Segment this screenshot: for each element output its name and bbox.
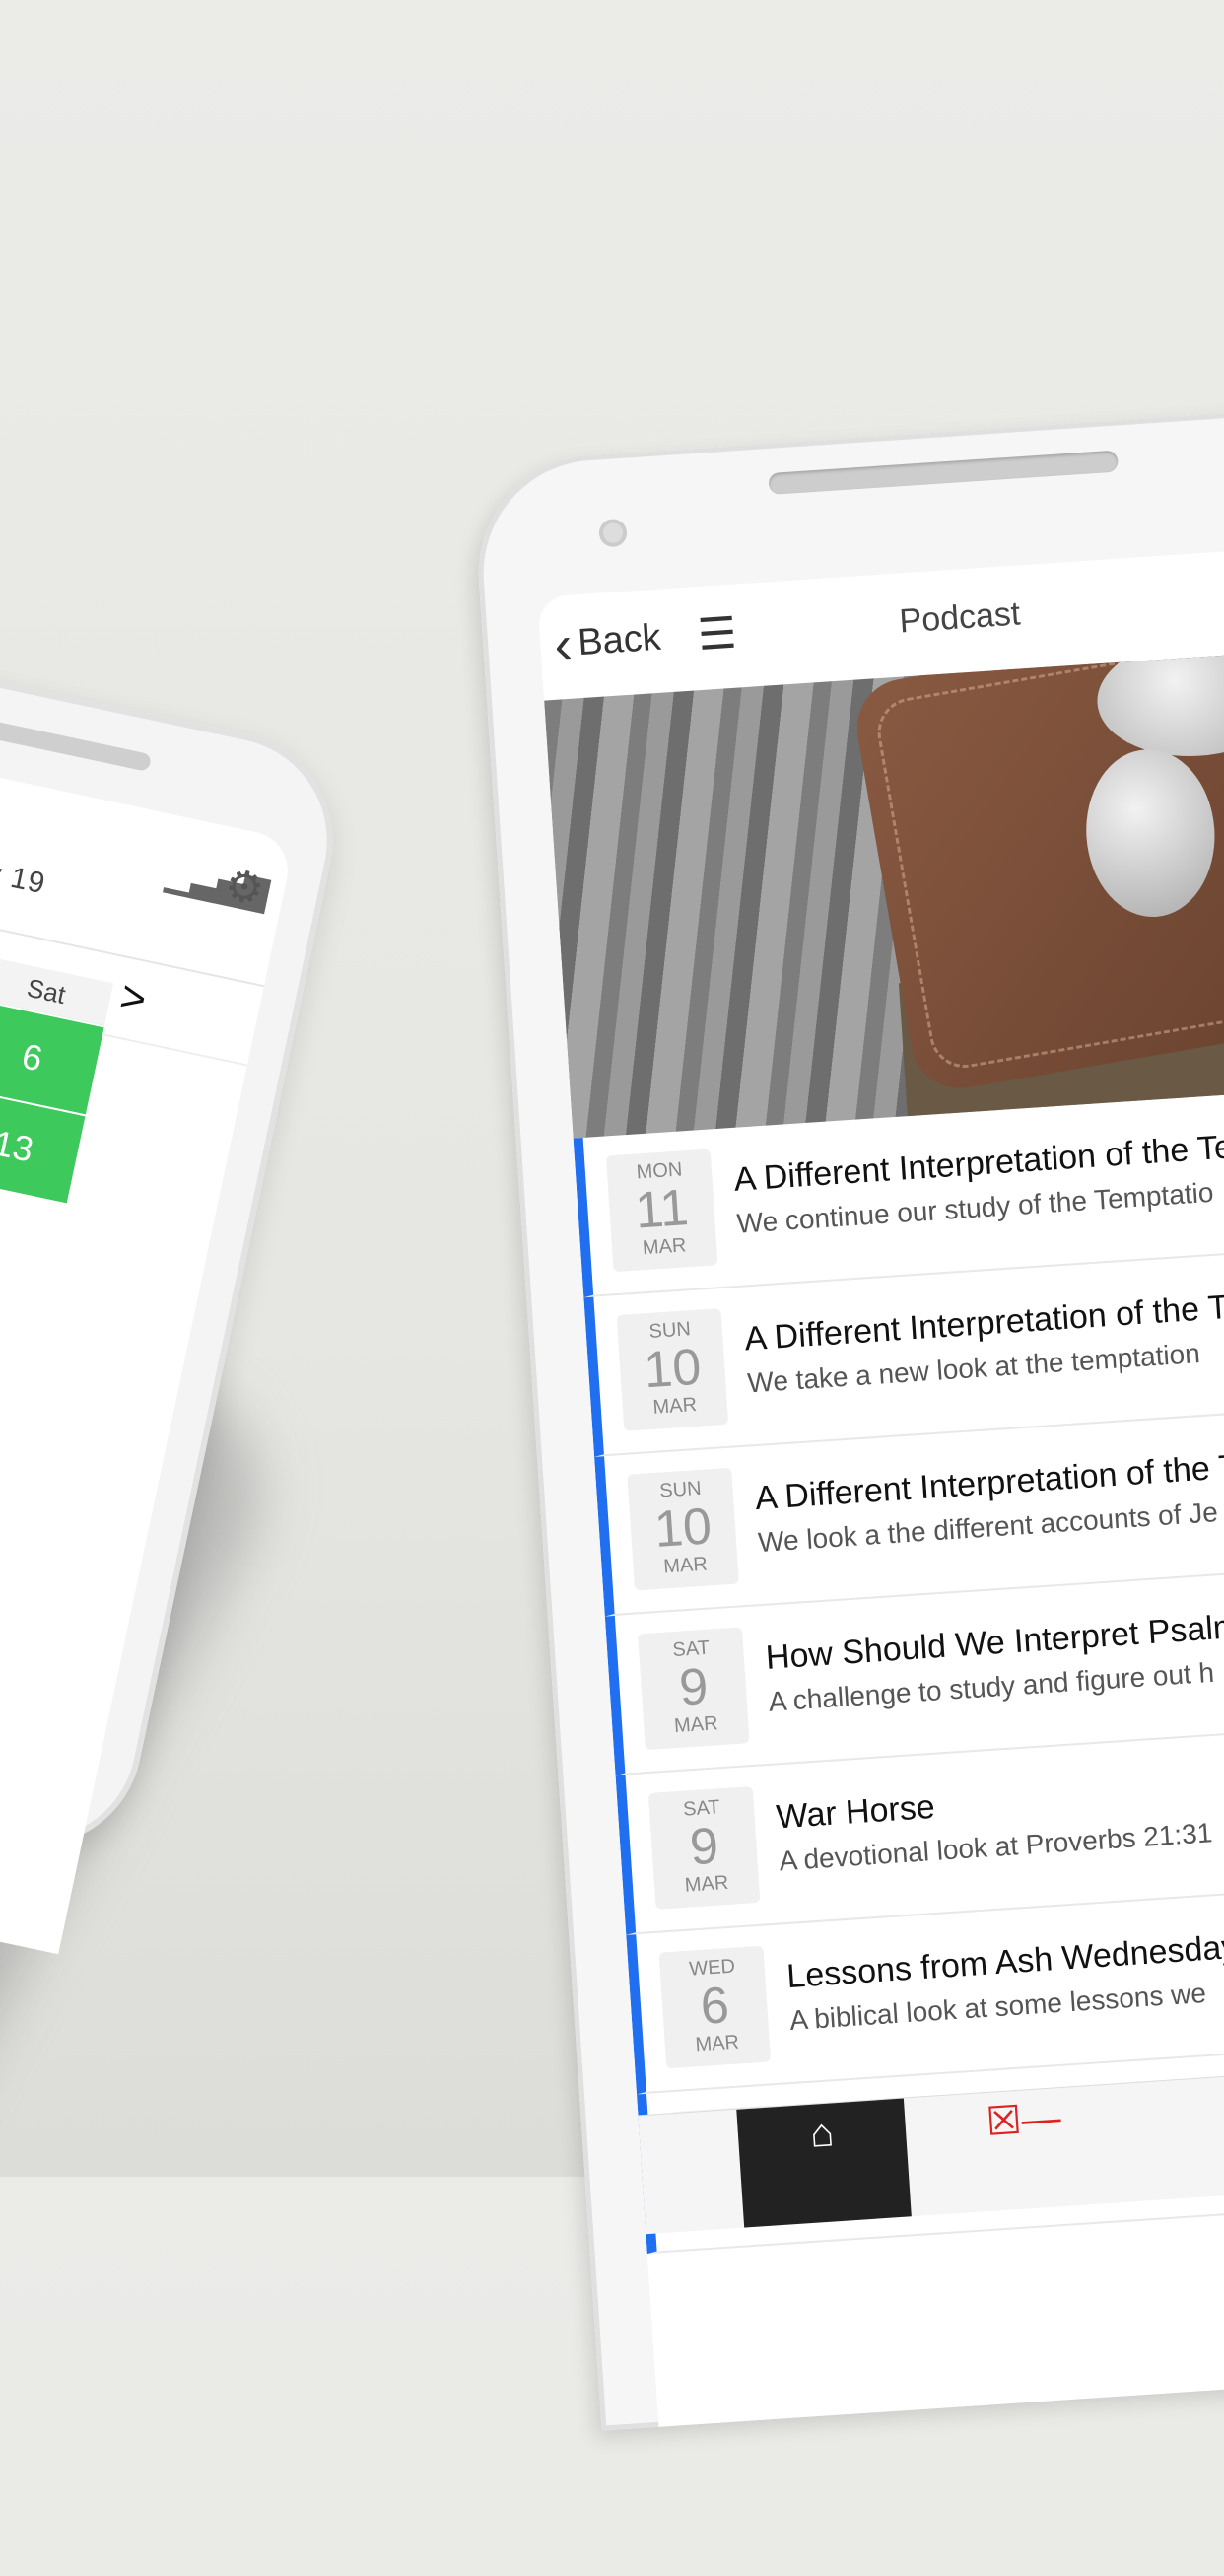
date-badge: WED 6 MAR [658,1945,772,2069]
podcast-screen: ‹ Back ☰ Podcast MON 11 MAR A Different … [537,538,1224,2427]
hamburger-menu-icon[interactable]: ☰ [696,608,738,661]
back-label: Back [576,616,662,664]
tab-home[interactable]: ⌂ [736,2098,912,2228]
hero-image [544,641,1224,1139]
chevron-left-icon: ‹ [552,614,575,675]
day-number: 9 [677,1657,711,1717]
checklist-icon: ☒— [985,2096,1062,2145]
tab-checklist[interactable]: ☒— [963,2087,1089,2213]
right-phone: ‹ Back ☰ Podcast MON 11 MAR A Different … [471,401,1224,2431]
speaker [0,697,153,773]
episode-list: MON 11 MAR A Different Interpretation of… [573,1079,1224,2255]
page-title: Podcast [898,594,1022,641]
back-button[interactable]: ‹ Back [552,614,662,675]
left-header: - Day 19 ▁▃▅▇ ⚙ [0,652,296,988]
left-phone-screen: - Day 19 ▁▃▅▇ ⚙ > Sat 6 13 [0,652,296,1955]
tab-bible[interactable]: ▯ [1189,2071,1224,2197]
day-number: 6 [698,1977,731,2036]
date-badge: SAT 9 MAR [638,1627,750,1751]
next-month-button[interactable]: > [115,972,151,1025]
day-number: 11 [633,1179,691,1240]
home-icon: ⌂ [808,2111,836,2156]
episode-title: War Horse [775,1787,936,1837]
camera [598,518,628,548]
date-badge: MON 11 MAR [605,1149,718,1273]
plan-title: - Day 19 [0,844,49,901]
calendar: Sat 6 13 [0,956,114,1204]
date-badge: SUN 10 MAR [627,1467,739,1591]
day-number: 10 [652,1497,714,1559]
date-badge: SUN 10 MAR [616,1308,729,1431]
speaker [768,450,1120,496]
day-number: 10 [642,1338,704,1400]
date-badge: SAT 9 MAR [647,1786,761,1910]
day-number: 9 [688,1817,720,1877]
